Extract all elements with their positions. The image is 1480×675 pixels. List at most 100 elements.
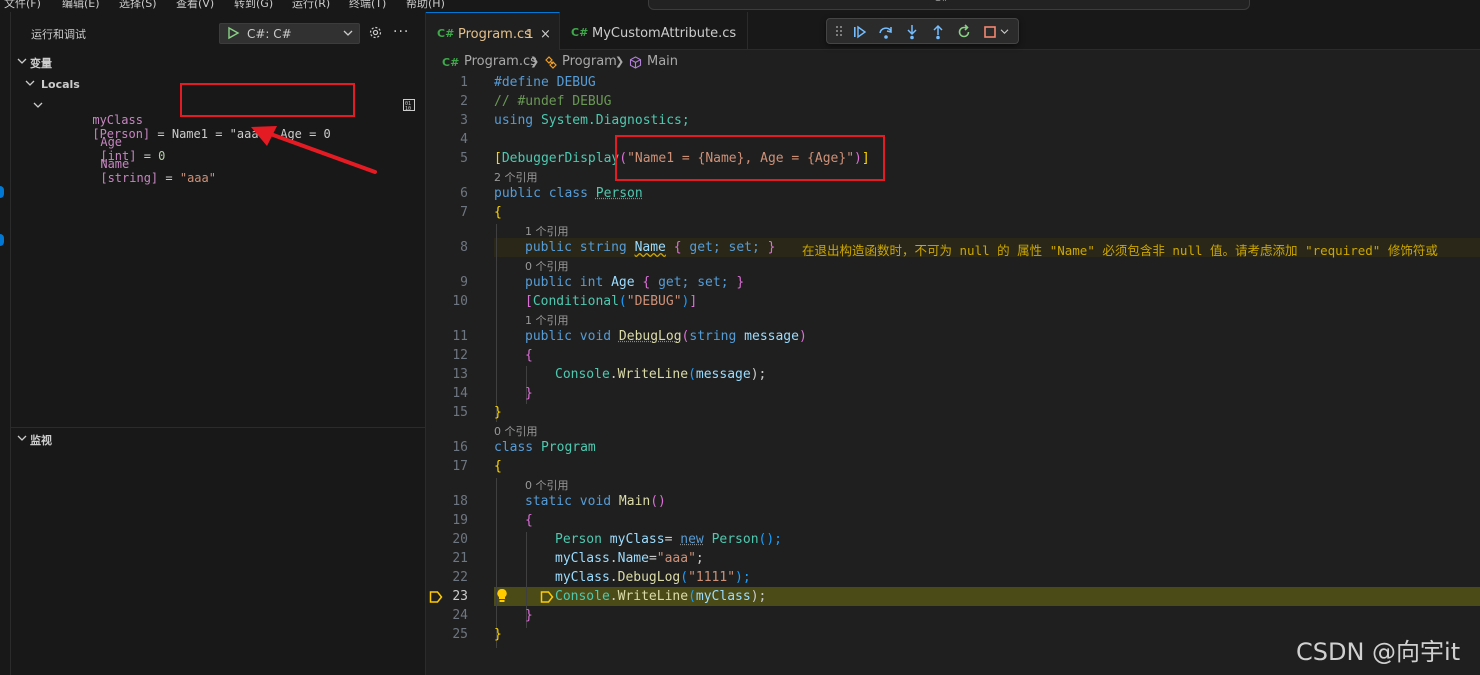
chevron-right-icon: ❯	[530, 55, 540, 68]
watch-section-header[interactable]: 监视	[11, 429, 425, 449]
line-number: 6	[460, 186, 468, 201]
locals-label: Locals	[41, 78, 80, 91]
menu-go[interactable]: 转到(G)	[234, 0, 273, 11]
problem-count-badge: 1	[526, 27, 534, 41]
breadcrumb: C# Program.cs ❯ Program ❯ Main	[426, 52, 1480, 72]
code-line-17: {	[494, 459, 502, 474]
line-number: 18	[452, 494, 468, 509]
debug-config-select[interactable]: C#: C#	[219, 23, 360, 44]
chevron-down-icon	[343, 30, 353, 36]
continue-icon[interactable]	[852, 24, 868, 40]
chevron-down-icon	[17, 58, 27, 64]
step-out-icon[interactable]	[930, 24, 946, 40]
csharp-file-icon: C#	[442, 56, 460, 69]
menu-selection[interactable]: 选择(S)	[119, 0, 157, 11]
tab-bar: C# Program.cs 1 × C# MyCustomAttribute.c…	[426, 12, 1480, 50]
menu-help[interactable]: 帮助(H)	[406, 0, 445, 11]
code-line-3: using System.Diagnostics;	[494, 113, 690, 128]
variable-type: [string]	[100, 171, 159, 185]
close-icon[interactable]: ×	[540, 27, 551, 42]
code-line-7: {	[494, 205, 502, 220]
line-number: 16	[452, 440, 468, 455]
code-line-15: }	[494, 405, 502, 420]
code-line-6: public class Person	[494, 186, 643, 201]
line-number: 22	[452, 570, 468, 585]
menu-terminal[interactable]: 终端(T)	[349, 0, 386, 11]
code-line-14: }	[525, 386, 533, 401]
stop-icon[interactable]	[983, 24, 997, 40]
chevron-down-icon	[17, 435, 27, 441]
activity-badge-dot[interactable]	[0, 234, 4, 246]
line-number: 5	[460, 151, 468, 166]
line-number: 24	[452, 608, 468, 623]
line-number: 3	[460, 113, 468, 128]
drag-handle-icon[interactable]	[835, 24, 843, 38]
menu-edit[interactable]: 编辑(E)	[62, 0, 100, 11]
variable-value: "aaa"	[179, 171, 216, 185]
tab-label: Program.cs	[458, 27, 531, 42]
inline-warning-message: 在退出构造函数时，不可为 null 的 属性 "Name" 必须包含非 null…	[802, 243, 1438, 258]
restart-icon[interactable]	[956, 24, 972, 40]
tab-mycustomattribute-cs[interactable]: C# MyCustomAttribute.cs	[560, 12, 748, 50]
chevron-down-icon	[33, 102, 43, 108]
line-number: 17	[452, 459, 468, 474]
lightbulb-icon[interactable]	[496, 588, 508, 603]
breakpoint-arrow-icon[interactable]	[429, 590, 443, 604]
play-icon[interactable]	[226, 26, 240, 40]
breadcrumb-class[interactable]: Program	[562, 54, 617, 69]
line-number: 15	[452, 405, 468, 420]
debug-config-label: C#: C#	[247, 27, 292, 41]
watch-header: 监视	[30, 434, 52, 447]
code-lens-references[interactable]: 1 个引用	[525, 223, 569, 239]
line-number: 9	[460, 275, 468, 290]
line-number: 11	[452, 329, 468, 344]
code-lens-references[interactable]: 0 个引用	[494, 423, 538, 439]
menu-file[interactable]: 文件(F)	[4, 0, 41, 11]
line-number: 7	[460, 205, 468, 220]
code-line-23: Console.WriteLine(myClass);	[555, 589, 767, 604]
gear-icon[interactable]	[368, 25, 383, 40]
menu-run[interactable]: 运行(R)	[292, 0, 330, 11]
breakpoint-arrow-icon	[540, 591, 554, 603]
view-binary-icon[interactable]: 0110	[402, 98, 416, 112]
code-line-10: [Conditional("DEBUG")]	[525, 294, 698, 309]
code-line-24: }	[525, 608, 533, 623]
more-icon[interactable]: ···	[393, 24, 409, 40]
debug-toolbar	[826, 18, 1019, 44]
annotation-arrow	[251, 126, 377, 174]
menu-bar: 文件(F) 编辑(E) 选择(S) 查看(V) 转到(G) 运行(R) 终端(T…	[0, 0, 1480, 12]
line-number: 10	[452, 294, 468, 309]
chevron-down-icon[interactable]	[1000, 28, 1009, 35]
code-lens-references[interactable]: 0 个引用	[525, 477, 569, 493]
step-into-icon[interactable]	[904, 24, 920, 40]
code-line-19: {	[525, 513, 533, 528]
tab-program-cs[interactable]: C# Program.cs 1 ×	[426, 12, 560, 50]
activity-badge-dot[interactable]	[0, 186, 4, 198]
command-center-label: C#	[934, 0, 949, 4]
chevron-down-icon	[25, 80, 35, 86]
code-line-18: static void Main()	[525, 494, 666, 509]
chevron-right-icon: ❯	[615, 55, 625, 68]
code-editor[interactable]: 1 2 3 4 5 6 7 8 9 10 11 12 13 14 15 16 1…	[426, 72, 1480, 675]
code-line-25: }	[494, 627, 502, 642]
code-line-16: class Program	[494, 440, 596, 455]
breadcrumb-file[interactable]: Program.cs	[464, 54, 537, 69]
breadcrumb-method[interactable]: Main	[647, 54, 678, 69]
code-line-9: public int Age { get; set; }	[525, 275, 745, 290]
menu-view[interactable]: 查看(V)	[176, 0, 214, 11]
annotation-box	[180, 83, 355, 117]
code-line-21: myClass.Name="aaa";	[555, 551, 704, 566]
line-number: 12	[452, 348, 468, 363]
symbol-class-icon	[545, 56, 557, 69]
run-and-debug-sidebar: 运行和调试 C#: C# ··· 变量 Locals myClass [Pers…	[11, 12, 426, 675]
step-over-icon[interactable]	[878, 24, 894, 40]
code-lens-references[interactable]: 2 个引用	[494, 169, 538, 185]
code-line-13: Console.WriteLine(message);	[555, 367, 767, 382]
editor-area: C# Program.cs 1 × C# MyCustomAttribute.c…	[426, 12, 1480, 675]
section-divider	[11, 427, 425, 428]
command-center[interactable]: C#	[648, 0, 1250, 10]
code-lens-references[interactable]: 1 个引用	[525, 312, 569, 328]
variables-section-header[interactable]: 变量	[11, 52, 425, 72]
activity-bar	[0, 12, 11, 675]
code-lens-references[interactable]: 0 个引用	[525, 258, 569, 274]
